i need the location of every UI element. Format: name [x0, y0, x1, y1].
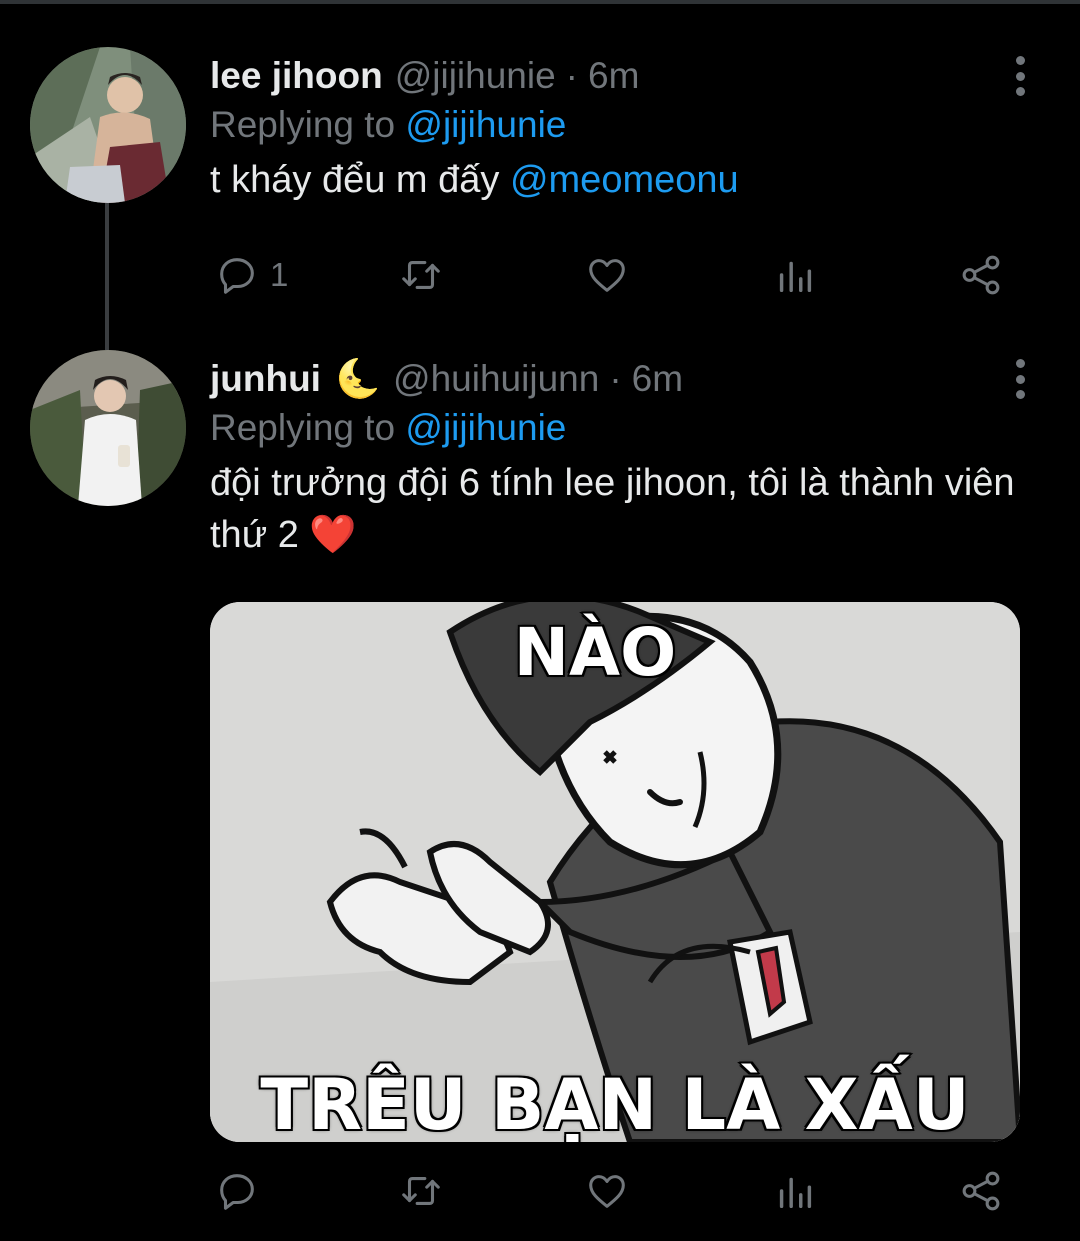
reply-button[interactable]: [214, 1166, 260, 1216]
share-icon: [962, 1171, 1000, 1211]
tweet-text: t kháy đểu m đấy @meomeonu: [210, 154, 1020, 206]
avatar[interactable]: [30, 47, 186, 203]
moon-emoji: 🌜: [334, 357, 382, 399]
like-icon: [589, 1175, 625, 1208]
retweet-button[interactable]: [398, 1166, 444, 1216]
replying-prefix: Replying to: [210, 407, 396, 448]
thread-connector-line: [105, 200, 109, 350]
separator: ·: [609, 358, 622, 399]
display-name[interactable]: lee jihoon: [210, 55, 383, 97]
tweet-text: đội trưởng đội 6 tính lee jihoon, tôi là…: [210, 462, 1015, 556]
user-handle[interactable]: @jijihunie: [395, 55, 556, 97]
timestamp[interactable]: 6m: [632, 358, 683, 400]
display-name[interactable]: junhui: [210, 358, 321, 400]
reply-count: 1: [270, 256, 289, 293]
share-icon: [962, 255, 1000, 295]
analytics-button[interactable]: [772, 1166, 818, 1216]
share-button[interactable]: [958, 250, 1004, 300]
more-icon[interactable]: [1010, 359, 1030, 399]
meme-caption-top: NÀO: [512, 613, 677, 693]
avatar[interactable]: [30, 350, 186, 506]
replying-mention[interactable]: @jijihunie: [405, 407, 566, 448]
like-button[interactable]: [584, 250, 630, 300]
share-button[interactable]: [958, 1166, 1004, 1216]
replying-to: Replying to @jijihunie: [210, 104, 1020, 146]
replying-mention[interactable]: @jijihunie: [405, 104, 566, 145]
text-mention[interactable]: @meomeonu: [510, 159, 739, 201]
meme-caption-bottom: TRÊU BẠN LÀ XẤU: [259, 1063, 971, 1143]
tweet-media-image[interactable]: NÀO TRÊU BẠN LÀ XẤU: [210, 602, 1020, 1142]
like-icon: [589, 259, 625, 292]
separator: ·: [565, 55, 578, 96]
tweet-header: junhui 🌜 @huihuijunn · 6m: [210, 353, 1020, 405]
replying-prefix: Replying to: [210, 104, 396, 145]
top-divider: [0, 0, 1080, 4]
tweet-header: lee jihoon @jijihunie · 6m: [210, 50, 1020, 102]
analytics-button[interactable]: [772, 250, 818, 300]
timestamp[interactable]: 6m: [588, 55, 639, 97]
user-handle[interactable]: @huihuijunn: [393, 358, 599, 400]
reply-button[interactable]: 1: [214, 250, 288, 300]
tweet-text-content: t kháy đểu m đấy: [210, 159, 500, 201]
action-bar: 1: [210, 250, 1020, 300]
analytics-icon: [779, 1177, 812, 1209]
retweet-button[interactable]: [398, 250, 444, 300]
like-button[interactable]: [584, 1166, 630, 1216]
replying-to: Replying to @jijihunie: [210, 407, 1020, 449]
analytics-icon: [779, 261, 812, 293]
retweet-icon: [402, 261, 440, 289]
reply-icon: [220, 1174, 254, 1210]
retweet-icon: [402, 1177, 440, 1205]
action-bar: [210, 1166, 1020, 1216]
more-icon[interactable]: [1010, 56, 1030, 96]
reply-icon: [220, 258, 254, 294]
